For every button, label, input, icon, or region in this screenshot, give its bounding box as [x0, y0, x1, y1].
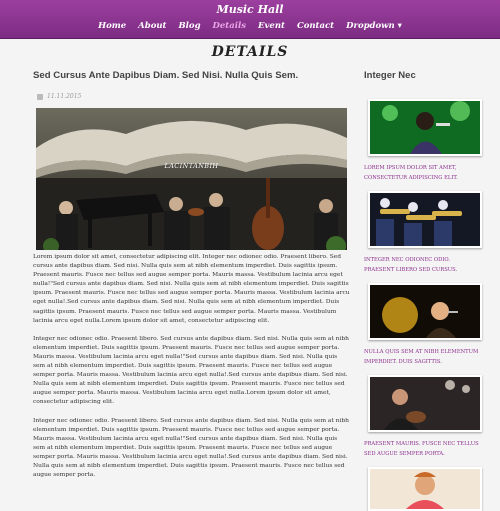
post-article: Sed Cursus Ante Dapibus Diam. Sed Nisi. … — [33, 70, 350, 489]
nav-blog[interactable]: Blog — [173, 21, 207, 31]
post-meta: 11.11.2015 — [33, 93, 350, 100]
orchestra-photo — [36, 108, 347, 250]
site-header: Music Hall Home About Blog Details Event… — [0, 0, 500, 39]
sidebar-thumbnail[interactable] — [368, 283, 482, 340]
chevron-down-icon: ▾ — [397, 21, 402, 31]
sidebar-post[interactable]: Lorem ipsum dolor sit amet, consectetur … — [364, 99, 482, 183]
post-paragraph: Integer nec odionec odio. Praesent liber… — [33, 417, 349, 479]
sidebar-thumbnail[interactable] — [368, 375, 482, 432]
nav-about[interactable]: About — [132, 21, 172, 31]
sidebar-post[interactable]: Praesent mauris. Fusce nec tellus sed au… — [364, 375, 482, 459]
sidebar-caption[interactable]: Lorem ipsum dolor sit amet, consectetur … — [364, 163, 480, 183]
sidebar-caption[interactable]: Integer nec odionec odio. Praesent liber… — [364, 255, 480, 275]
post-date: 11.11.2015 — [47, 93, 82, 100]
sidebar-post[interactable] — [364, 467, 482, 511]
nav-home[interactable]: Home — [92, 21, 132, 31]
nav-contact[interactable]: Contact — [291, 21, 340, 31]
nav-details[interactable]: Details — [207, 21, 252, 31]
sidebar-thumbnail[interactable] — [368, 467, 482, 511]
sidebar-title: Integer Nec — [364, 70, 416, 81]
singer-photo — [370, 101, 480, 154]
concert-singer-photo — [370, 285, 480, 338]
sidebar-caption[interactable]: Praesent mauris. Fusce nec tellus sed au… — [364, 439, 480, 459]
sidebar: Integer Nec Lorem ipsum dolor sit amet, … — [364, 70, 482, 511]
main-nav: Home About Blog Details Event Contact Dr… — [0, 21, 500, 31]
page-title: DETAILS — [211, 44, 289, 60]
sidebar-thumbnail[interactable] — [368, 191, 482, 248]
post-title: Sed Cursus Ante Dapibus Diam. Sed Nisi. … — [33, 70, 299, 81]
nav-dropdown[interactable]: Dropdown ▾ — [340, 21, 408, 31]
sidebar-post[interactable]: Nulla quis sem at nibh elementum imperdi… — [364, 283, 482, 367]
hero-overlay-text: LACINTANBIH — [164, 162, 219, 170]
brass-band-photo — [370, 193, 480, 246]
post-body: Lorem ipsum dolor sit amet, consectetur … — [33, 253, 350, 480]
site-logo[interactable]: Music Hall — [0, 3, 500, 16]
nav-dropdown-label: Dropdown — [346, 21, 395, 31]
sidebar-thumbnail[interactable] — [368, 99, 482, 156]
post-paragraph: Lorem ipsum dolor sit amet, consectetur … — [33, 254, 350, 324]
post-hero-image: LACINTANBIH — [36, 108, 347, 250]
nav-event[interactable]: Event — [252, 21, 291, 31]
guitar-band-photo — [370, 377, 480, 430]
sidebar-post[interactable]: Integer nec odionec odio. Praesent liber… — [364, 191, 482, 275]
post-paragraph: Integer nec odionec odio. Praesent liber… — [33, 335, 349, 406]
violin-child-photo — [370, 469, 480, 509]
sidebar-caption[interactable]: Nulla quis sem at nibh elementum imperdi… — [364, 347, 480, 367]
calendar-icon — [37, 93, 43, 100]
